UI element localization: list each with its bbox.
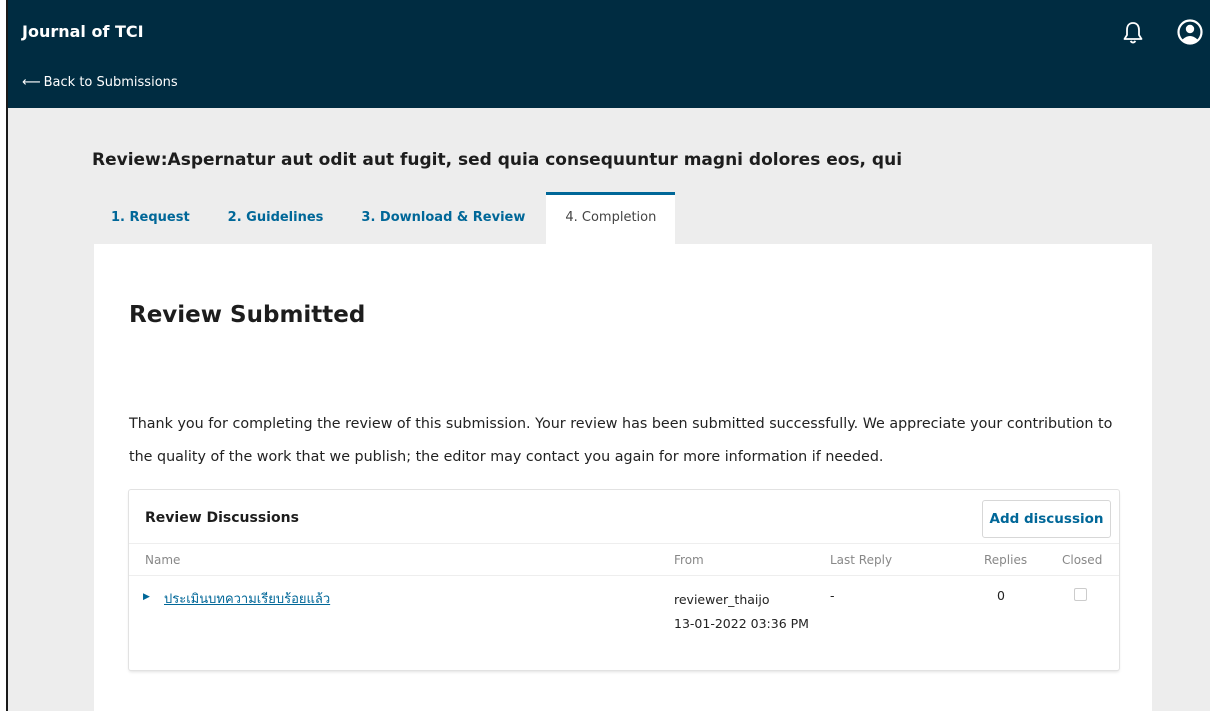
triangle-right-icon[interactable]: ▶ — [143, 592, 150, 602]
discussions-title: Review Discussions — [145, 510, 299, 526]
column-header-name: Name — [145, 553, 181, 567]
completion-message: Thank you for completing the review of t… — [129, 416, 1113, 465]
column-header-last-reply: Last Reply — [830, 553, 893, 567]
journal-title[interactable]: Journal of TCI — [22, 22, 144, 41]
closed-checkbox[interactable] — [1074, 588, 1087, 601]
arrow-left-icon: ⟵ — [22, 75, 41, 90]
table-row: ▶ ประเมินบทความเรียบร้อยแล้ว reviewer_th… — [129, 576, 1119, 668]
bell-icon[interactable] — [1121, 20, 1145, 46]
tab-request[interactable]: 1. Request — [92, 192, 209, 244]
tab-guidelines[interactable]: 2. Guidelines — [209, 192, 343, 244]
app-frame: Journal of TCI ⟵ Back to Submissions Rev… — [6, 0, 1210, 711]
back-to-submissions-link[interactable]: ⟵ Back to Submissions — [22, 75, 178, 90]
completion-heading: Review Submitted — [129, 302, 366, 328]
add-discussion-button[interactable]: Add discussion — [982, 500, 1111, 538]
grid-column-headers: Name From Last Reply Replies Closed — [129, 543, 1119, 576]
from-user: reviewer_thaijo — [674, 592, 770, 607]
from-date: 13-01-2022 03:36 PM — [674, 616, 809, 631]
replies-count: 0 — [997, 588, 1005, 603]
review-discussions-grid: Review Discussions Add discussion Name F… — [129, 490, 1119, 670]
user-circle-icon[interactable] — [1176, 18, 1204, 46]
back-link-label: Back to Submissions — [43, 75, 178, 90]
last-reply-value: - — [830, 588, 835, 603]
page-title: Review:Aspernatur aut odit aut fugit, se… — [92, 150, 903, 170]
discussion-from: reviewer_thaijo 13-01-2022 03:36 PM — [674, 588, 814, 636]
completion-panel: Review Submitted Thank you for completin… — [94, 244, 1152, 711]
review-step-tabs: 1. Request 2. Guidelines 3. Download & R… — [92, 192, 676, 244]
tab-download-review[interactable]: 3. Download & Review — [342, 192, 544, 244]
tab-completion[interactable]: 4. Completion — [546, 192, 676, 244]
column-header-closed: Closed — [1062, 553, 1103, 567]
discussion-topic-link[interactable]: ประเมินบทความเรียบร้อยแล้ว — [164, 588, 330, 609]
column-header-replies: Replies — [984, 553, 1028, 567]
column-header-from: From — [674, 553, 704, 567]
top-header: Journal of TCI ⟵ Back to Submissions — [8, 0, 1210, 108]
